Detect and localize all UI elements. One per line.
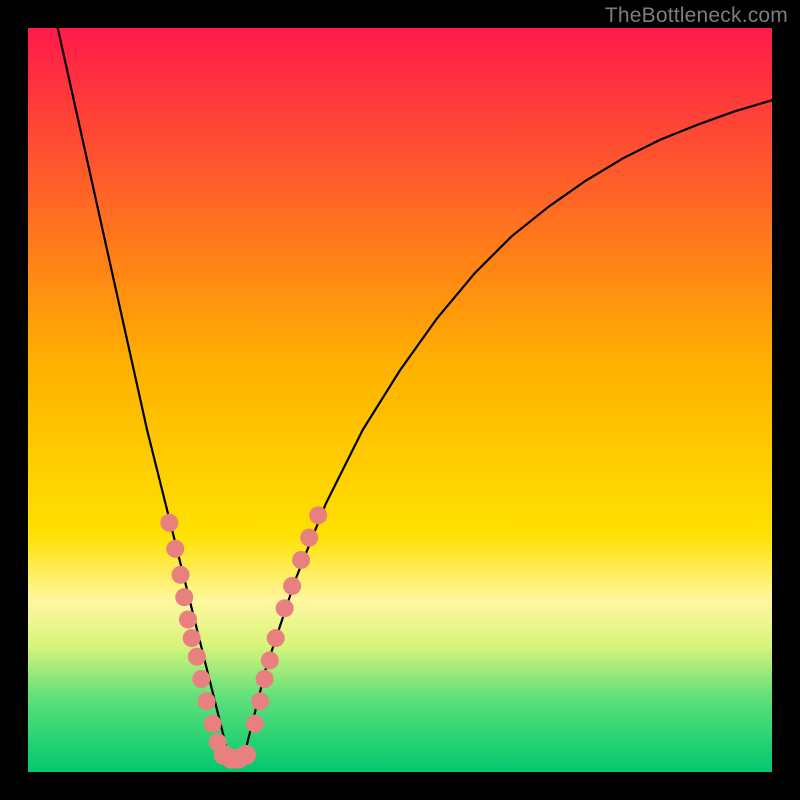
marker-dots-left [183,629,201,647]
marker-dots-bottom [236,745,256,765]
marker-dots-right [256,670,274,688]
marker-dots-right [309,506,327,524]
marker-dots-right [251,692,269,710]
marker-dots-left [204,715,222,733]
marker-dots-left [166,540,184,558]
marker-dots-right [261,651,279,669]
marker-dots-left [172,566,190,584]
marker-dots-right [267,629,285,647]
marker-dots-left [198,692,216,710]
marker-dots-left [192,670,210,688]
marker-dots-right [246,715,264,733]
marker-dots-left [179,610,197,628]
marker-dots-right [276,599,294,617]
marker-dots-right [283,577,301,595]
marker-dots-left [175,588,193,606]
marker-dots-left [188,648,206,666]
marker-dots-right [292,551,310,569]
bottleneck-chart [28,28,772,772]
marker-dots-left [160,514,178,532]
watermark-text: TheBottleneck.com [605,4,788,28]
marker-dots-right [300,529,318,547]
chart-frame: TheBottleneck.com [0,0,800,800]
